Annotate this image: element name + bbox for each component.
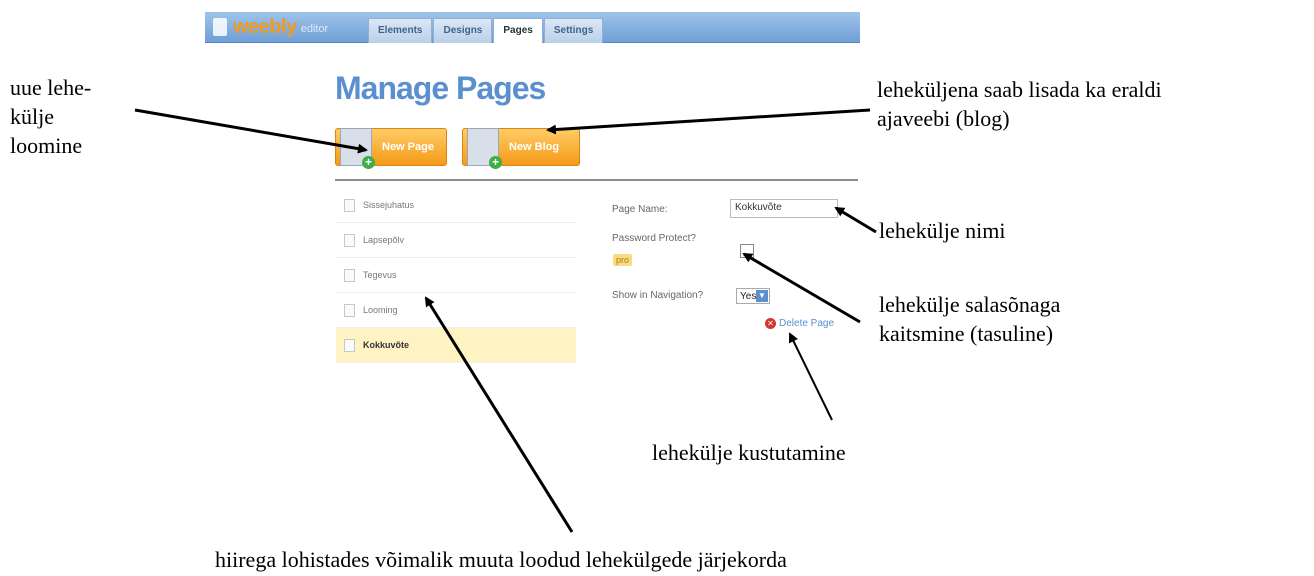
arrow-reorder bbox=[424, 296, 574, 533]
arrow-new-blog bbox=[546, 108, 871, 135]
arrow-delete bbox=[789, 332, 833, 421]
arrow-password bbox=[742, 252, 861, 324]
arrow-page-name bbox=[834, 206, 877, 234]
annotation-arrows bbox=[134, 108, 877, 533]
arrow-new-page bbox=[134, 108, 368, 154]
